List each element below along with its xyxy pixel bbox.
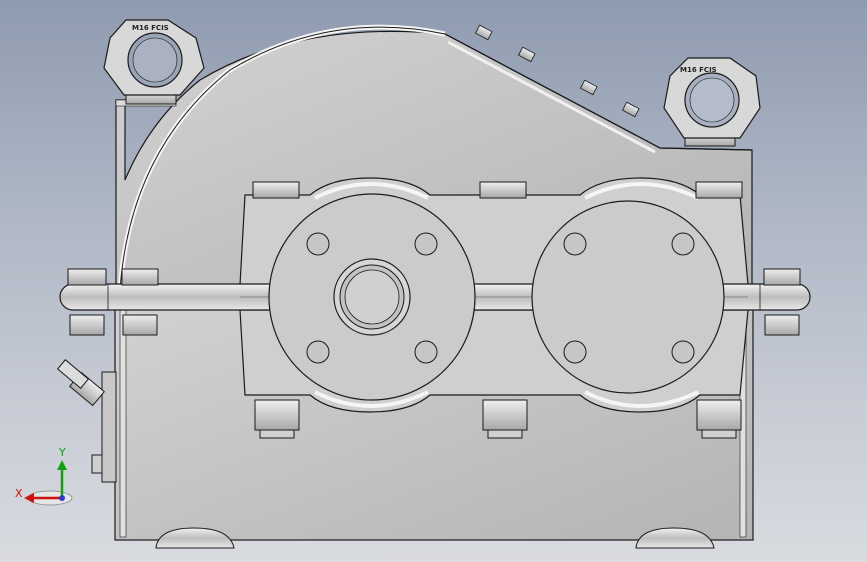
oil-plug (56, 359, 117, 483)
y-arrow-icon (57, 460, 67, 470)
bearing-cap-input (268, 193, 476, 401)
gearbox-model[interactable]: M16 FCIS M16 FCIS Y X (0, 0, 867, 562)
x-axis-label: X (15, 487, 23, 500)
svg-text:M16 FCIS: M16 FCIS (680, 66, 717, 74)
y-axis-label: Y (58, 446, 66, 459)
cad-viewport[interactable]: M16 FCIS M16 FCIS Y X (0, 0, 867, 562)
bearing-cap-output (531, 200, 725, 394)
eyebolt-right: M16 FCIS (663, 57, 761, 147)
axis-triad: Y X (15, 446, 73, 506)
x-arrow-icon (24, 493, 34, 503)
svg-text:M16 FCIS: M16 FCIS (132, 24, 169, 32)
